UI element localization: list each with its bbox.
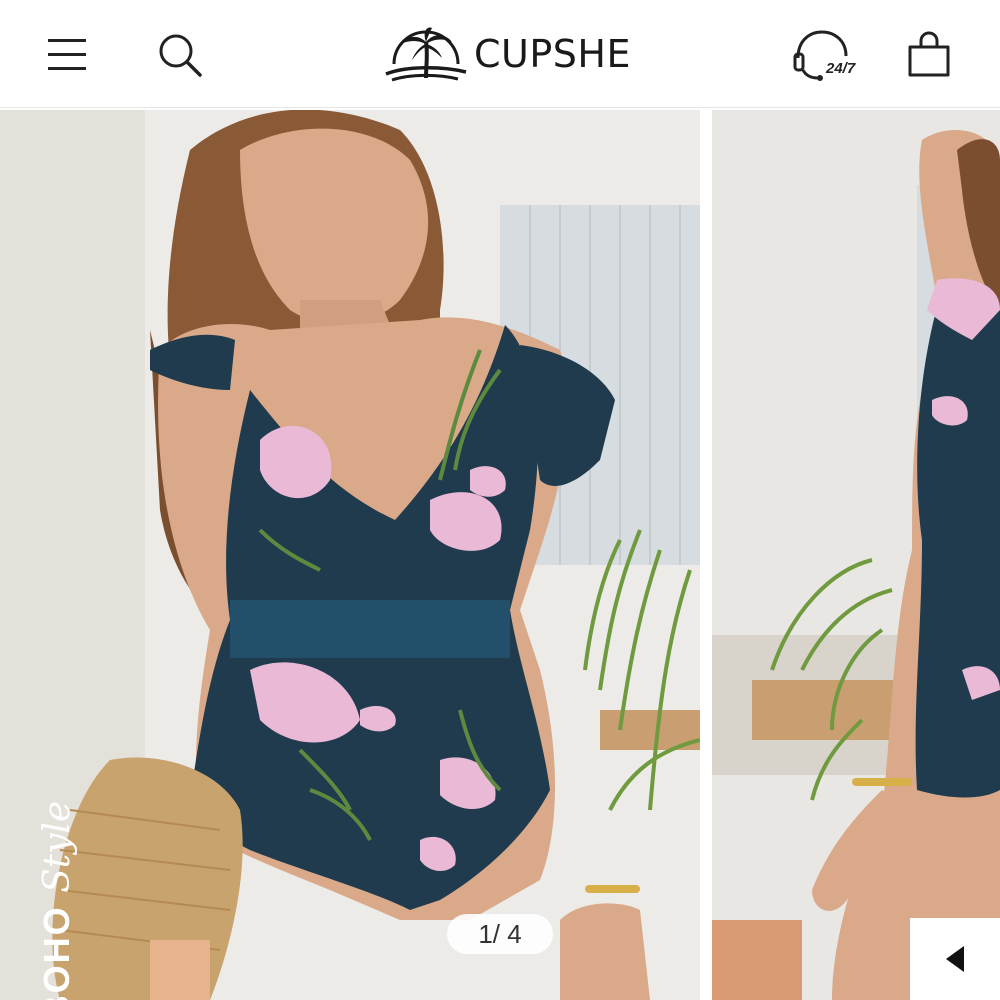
image-counter-text: 1/ 4 [478,918,522,949]
product-image-slide-1[interactable]: BOHO Style 1/ 4 [0,110,700,1000]
brand-name: CUPSHE [474,32,631,76]
product-image-slide-2[interactable] [712,110,1000,1000]
search-icon [159,34,202,77]
palm-tree-logo-icon [385,27,467,82]
gallery-previous-button[interactable] [910,918,1000,1000]
boho-style-tag: BOHO Style [36,786,78,1000]
style-tag-main: BOHO [36,905,77,1000]
menu-icon [48,39,86,70]
caret-left-icon [946,946,964,972]
product-image-gallery[interactable]: BOHO Style 1/ 4 [0,110,1000,1000]
top-navigation-bar: CUPSHE 24/7 [0,0,1000,108]
shopping-bag-button[interactable] [900,26,958,84]
menu-button[interactable] [40,30,94,78]
brand-logo[interactable]: CUPSHE [382,22,631,86]
image-counter-badge: 1/ 4 [447,914,553,954]
shopping-bag-icon [908,31,950,77]
search-button[interactable] [152,28,208,82]
style-tag-script: Style [37,800,78,893]
model-side-view-photo [712,110,1000,1000]
support-hours-label: 24/7 [826,60,856,77]
model-in-floral-swimsuit-photo [0,110,700,1000]
